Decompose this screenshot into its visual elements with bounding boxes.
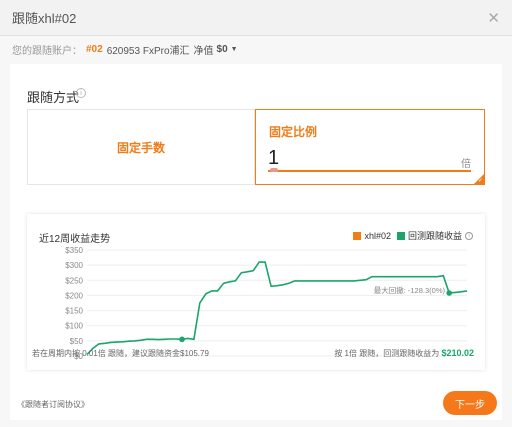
y-tick-label: $50 (70, 337, 84, 346)
net-value-label: 净值 (193, 45, 214, 57)
suggested-funds-text: 若在周期内按 0.01倍 跟随，建议跟随资金$105.79 (32, 349, 209, 358)
profit-chart-panel: 近12周收益走势 xhl#02 回测跟随收益 i $350 $300 $250 $20… (27, 214, 485, 370)
backtest-result-text: 按 1倍 跟随，回测跟随收益为 $210.02 (334, 348, 474, 359)
next-button[interactable]: 下一步 (443, 391, 497, 415)
ratio-input[interactable] (268, 146, 471, 172)
info-icon[interactable]: i (76, 88, 86, 98)
y-tick-label: $200 (65, 291, 83, 300)
backtest-result-value: $210.02 (441, 348, 474, 358)
y-tick-label: $250 (65, 276, 83, 285)
account-name: 620953 FxPro浦汇 (106, 45, 190, 57)
input-cursor-marker (270, 168, 278, 172)
follow-settings-card: 跟随方式 i 固定手数 固定比例 倍 ✓ 近12周收益走势 xhl#02 回测跟… (10, 64, 502, 420)
follower-agreement-link[interactable]: 《跟随者订阅协议》 (17, 399, 89, 410)
max-drawdown-label: 最大回撤: -128.3(0%) (374, 285, 446, 295)
chevron-down-icon[interactable]: ▼ (231, 46, 238, 53)
account-label: 您的跟随账户： (12, 45, 82, 57)
check-icon: ✓ (477, 178, 483, 184)
info-icon[interactable]: i (465, 231, 473, 240)
follow-dialog: 跟随xhl#02 ✕ 您的跟随账户： #02 620953 FxPro浦汇 净值… (0, 0, 512, 427)
chart-legend: xhl#02 回测跟随收益 i (347, 229, 473, 242)
account-number: #02 (86, 43, 103, 55)
close-icon[interactable]: ✕ (487, 9, 500, 27)
net-value: $0 (216, 43, 228, 55)
ratio-unit: 倍 (461, 159, 471, 170)
mode-option-fixed-lots[interactable]: 固定手数 (27, 109, 255, 185)
y-tick-label: $300 (65, 261, 83, 270)
account-info: 您的跟随账户： #02 620953 FxPro浦汇 净值 $0 ▼ (0, 38, 512, 60)
mode-option-label: 固定手数 (116, 140, 165, 155)
dialog-titlebar: 跟随xhl#02 ✕ (0, 0, 512, 36)
y-tick-label: $100 (65, 322, 83, 331)
mode-option-fixed-ratio[interactable]: 固定比例 倍 ✓ (255, 109, 485, 185)
legend-item-xhl02[interactable]: xhl#02 (353, 231, 391, 241)
legend-swatch (396, 231, 405, 240)
dialog-title: 跟随xhl#02 (12, 11, 77, 26)
backtest-result-label: 按 1倍 跟随，回测跟随收益为 (334, 349, 440, 358)
legend-label: 回测跟随收益 (407, 231, 462, 241)
mode-option-label: 固定比例 (269, 125, 318, 139)
y-tick-label: $150 (65, 307, 83, 316)
legend-label: xhl#02 (364, 230, 391, 241)
legend-item-backtest[interactable]: 回测跟随收益 i (396, 229, 473, 242)
y-tick-label: $350 (65, 246, 83, 255)
follow-mode-title: 跟随方式 (27, 90, 80, 105)
data-point-marker[interactable] (179, 336, 185, 343)
data-point-marker[interactable] (446, 290, 452, 296)
legend-swatch (353, 231, 362, 240)
